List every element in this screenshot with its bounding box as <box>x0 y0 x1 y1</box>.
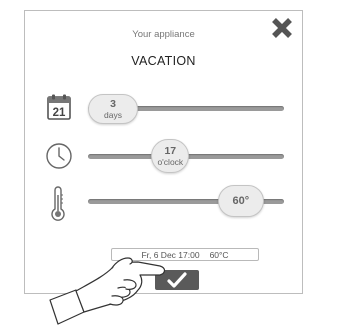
summary-datetime: Fr, 6 Dec 17:00 <box>141 249 200 260</box>
time-unit: o'clock <box>157 156 184 167</box>
days-value: 3 <box>110 97 116 110</box>
temperature-value: 60° <box>232 195 250 207</box>
confirm-button[interactable] <box>155 270 199 290</box>
days-slider-knob[interactable]: 3 days <box>88 94 138 124</box>
clock-icon <box>45 142 73 170</box>
vacation-dialog: Your appliance VACATION 21 3 days 17 o'c… <box>24 10 303 294</box>
summary-temperature: 60°C <box>209 249 229 260</box>
checkmark-icon <box>167 272 187 288</box>
calendar-icon: 21 <box>47 94 71 120</box>
calendar-icon-number: 21 <box>53 107 66 119</box>
dialog-subtitle: Your appliance <box>132 29 195 40</box>
temperature-slider-knob[interactable]: 60° <box>217 185 264 217</box>
close-icon[interactable] <box>271 17 293 39</box>
time-value: 17 <box>164 144 177 157</box>
dialog-title: VACATION <box>131 54 196 68</box>
days-unit: days <box>104 109 122 120</box>
time-slider-knob[interactable]: 17 o'clock <box>151 139 190 173</box>
summary-box: Fr, 6 Dec 17:00 60°C <box>111 248 259 261</box>
thermometer-icon <box>50 186 66 222</box>
